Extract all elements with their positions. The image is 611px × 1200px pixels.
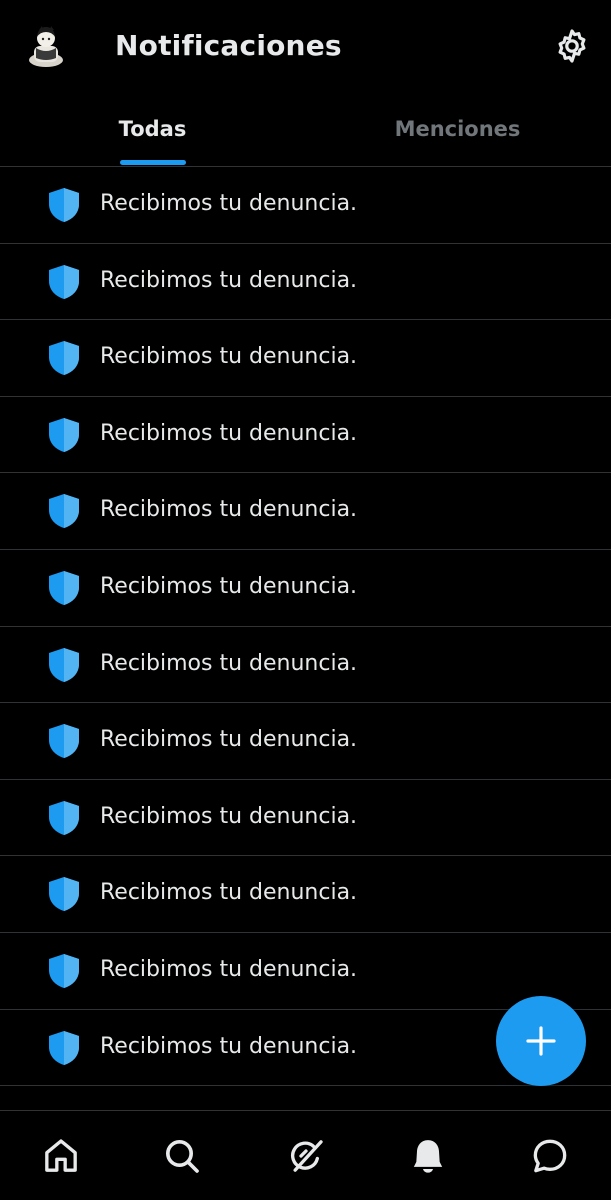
notification-item[interactable]: Recibimos tu denuncia. xyxy=(0,167,611,244)
notification-item[interactable]: Recibimos tu denuncia. xyxy=(0,550,611,627)
bell-icon[interactable] xyxy=(408,1136,448,1176)
gear-icon[interactable] xyxy=(553,27,591,65)
shield-icon xyxy=(49,1030,79,1065)
notification-item[interactable]: Recibimos tu denuncia. xyxy=(0,856,611,933)
shield-icon xyxy=(49,800,79,835)
notification-text: Recibimos tu denuncia. xyxy=(100,880,358,906)
shield-icon xyxy=(49,724,79,759)
shield-icon xyxy=(49,647,79,682)
plus-icon xyxy=(526,1026,556,1056)
page-title: Notificaciones xyxy=(115,29,342,62)
notification-item[interactable]: Recibimos tu denuncia. xyxy=(0,473,611,550)
shield-icon xyxy=(49,953,79,988)
active-tab-indicator xyxy=(120,160,186,165)
notification-text: Recibimos tu denuncia. xyxy=(100,344,358,370)
tab-menciones-label: Menciones xyxy=(394,117,521,141)
message-icon[interactable] xyxy=(530,1136,570,1176)
notification-text: Recibimos tu denuncia. xyxy=(100,191,358,216)
notification-item[interactable]: Recibimos tu denuncia. xyxy=(0,703,611,780)
notification-item[interactable]: Recibimos tu denuncia. xyxy=(0,933,611,1010)
bottom-navigation xyxy=(0,1110,611,1200)
tab-menciones[interactable]: Menciones xyxy=(305,92,610,166)
notification-text: Recibimos tu denuncia. xyxy=(100,267,358,293)
compose-button[interactable] xyxy=(496,996,586,1086)
notification-text: Recibimos tu denuncia. xyxy=(100,420,358,446)
notification-text: Recibimos tu denuncia. xyxy=(100,727,358,753)
notification-item[interactable]: Recibimos tu denuncia. xyxy=(0,627,611,704)
tab-todas[interactable]: Todas xyxy=(0,92,305,166)
shield-icon xyxy=(49,570,79,605)
shield-icon xyxy=(49,341,79,376)
tab-todas-label: Todas xyxy=(118,117,187,141)
notification-item[interactable]: Recibimos tu denuncia. xyxy=(0,320,611,397)
notification-item[interactable]: Recibimos tu denuncia. xyxy=(0,397,611,474)
notifications-screen: Notificaciones Todas Menciones Recibimos… xyxy=(0,0,611,1200)
notification-text: Recibimos tu denuncia. xyxy=(100,803,358,829)
notification-text: Recibimos tu denuncia. xyxy=(100,956,358,982)
notification-item[interactable]: Recibimos tu denuncia. xyxy=(0,780,611,857)
notification-item[interactable]: Recibimos tu denuncia. xyxy=(0,244,611,321)
user-avatar[interactable] xyxy=(26,24,66,68)
home-icon[interactable] xyxy=(41,1136,81,1176)
notification-text: Recibimos tu denuncia. xyxy=(100,573,358,599)
shield-icon xyxy=(49,264,79,299)
notification-text: Recibimos tu denuncia. xyxy=(100,497,358,523)
notification-text: Recibimos tu denuncia. xyxy=(100,1033,358,1059)
notification-tabs: Todas Menciones xyxy=(0,92,611,167)
notification-list: Recibimos tu denuncia. Recibimos tu denun… xyxy=(0,167,611,1087)
shield-icon xyxy=(49,417,79,452)
shield-icon xyxy=(49,188,79,222)
shield-icon xyxy=(49,877,79,912)
notification-text: Recibimos tu denuncia. xyxy=(100,650,358,676)
search-icon[interactable] xyxy=(162,1136,202,1176)
grok-icon[interactable] xyxy=(286,1136,326,1176)
shield-icon xyxy=(49,494,79,529)
top-app-bar: Notificaciones xyxy=(0,0,611,92)
avatar-image xyxy=(29,26,63,67)
